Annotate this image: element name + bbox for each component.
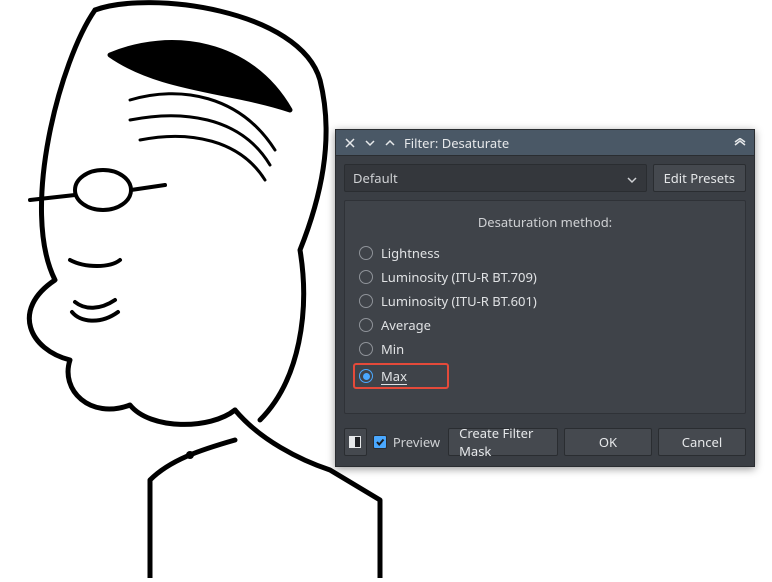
radio-max[interactable]: Max xyxy=(357,367,407,385)
compare-button[interactable] xyxy=(344,428,367,456)
radio-luminosity-601[interactable]: Luminosity (ITU-R BT.601) xyxy=(357,289,733,313)
radio-label: Max xyxy=(381,367,407,385)
ok-button[interactable]: OK xyxy=(564,428,652,456)
radio-label: Luminosity (ITU-R BT.709) xyxy=(381,268,537,286)
radio-icon xyxy=(359,294,373,308)
preset-row: Default Edit Presets xyxy=(336,156,754,200)
cancel-button[interactable]: Cancel xyxy=(658,428,746,456)
desaturation-group: Desaturation method: Lightness Luminosit… xyxy=(344,200,746,414)
preview-toggle[interactable]: Preview xyxy=(373,433,440,451)
collapse-icon[interactable] xyxy=(734,137,746,149)
chevron-down-icon xyxy=(626,172,638,184)
chevron-down-icon[interactable] xyxy=(364,137,376,149)
split-compare-icon xyxy=(349,436,361,448)
radio-icon xyxy=(359,246,373,260)
radio-luminosity-709[interactable]: Luminosity (ITU-R BT.709) xyxy=(357,265,733,289)
dialog-footer: Preview Create Filter Mask OK Cancel xyxy=(336,422,754,466)
radio-icon xyxy=(359,369,373,383)
radio-lightness[interactable]: Lightness xyxy=(357,241,733,265)
selection-highlight: Max xyxy=(353,363,449,389)
close-icon[interactable] xyxy=(344,137,356,149)
radio-icon xyxy=(359,318,373,332)
group-title: Desaturation method: xyxy=(357,213,733,231)
radio-label: Average xyxy=(381,316,431,334)
radio-label: Luminosity (ITU-R BT.601) xyxy=(381,292,537,310)
dialog-title: Filter: Desaturate xyxy=(404,134,726,152)
radio-min[interactable]: Min xyxy=(357,337,733,361)
chevron-up-icon[interactable] xyxy=(384,137,396,149)
preview-label: Preview xyxy=(393,433,440,451)
checkbox-icon xyxy=(373,435,387,449)
radio-icon xyxy=(359,342,373,356)
titlebar: Filter: Desaturate xyxy=(336,130,754,156)
radio-average[interactable]: Average xyxy=(357,313,733,337)
filter-dialog: Filter: Desaturate Default Edit Presets … xyxy=(335,129,755,467)
radio-icon xyxy=(359,270,373,284)
preset-selected: Default xyxy=(353,169,626,187)
radio-label: Lightness xyxy=(381,244,440,262)
radio-label: Min xyxy=(381,340,404,358)
create-filter-mask-button[interactable]: Create Filter Mask xyxy=(448,428,558,456)
preset-select[interactable]: Default xyxy=(344,164,647,192)
edit-presets-button[interactable]: Edit Presets xyxy=(653,164,746,192)
